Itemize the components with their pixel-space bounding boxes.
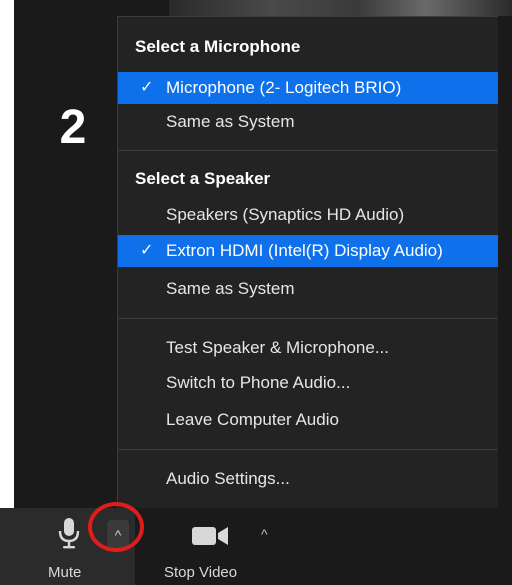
- menu-item-switch-to-phone-audio[interactable]: Switch to Phone Audio...: [118, 367, 498, 399]
- stop-video-button[interactable]: Stop Video: [156, 508, 266, 585]
- video-camera-icon: [192, 527, 228, 545]
- video-preview-strip: [169, 0, 512, 16]
- audio-options-menu: Select a Microphone ✓ Microphone (2- Log…: [117, 16, 498, 508]
- menu-item-label: Leave Computer Audio: [166, 410, 339, 429]
- meeting-toolbar: Mute ^ Stop Video ^: [0, 508, 498, 585]
- menu-item-label: Speakers (Synaptics HD Audio): [166, 205, 405, 224]
- menu-item-microphone-same-as-system[interactable]: Same as System: [118, 106, 498, 138]
- menu-item-label: Test Speaker & Microphone...: [166, 338, 390, 357]
- menu-item-speaker-extron-hdmi[interactable]: ✓ Extron HDMI (Intel(R) Display Audio): [118, 235, 498, 267]
- highlight-circle-annotation: [88, 502, 144, 552]
- video-options-button[interactable]: ^: [261, 526, 268, 542]
- speaker-section-header: Select a Speaker: [135, 169, 271, 188]
- menu-item-audio-settings[interactable]: Audio Settings...: [118, 463, 498, 495]
- menu-divider: [118, 449, 498, 450]
- menu-item-microphone-logitech-brio[interactable]: ✓ Microphone (2- Logitech BRIO): [118, 72, 498, 104]
- menu-item-label: Extron HDMI (Intel(R) Display Audio): [166, 241, 443, 260]
- menu-item-leave-computer-audio[interactable]: Leave Computer Audio: [118, 404, 498, 436]
- menu-item-label: Switch to Phone Audio...: [166, 373, 351, 392]
- checkmark-icon: ✓: [140, 242, 154, 259]
- menu-item-speaker-same-as-system[interactable]: Same as System: [118, 273, 498, 305]
- stop-video-label: Stop Video: [164, 564, 238, 581]
- menu-item-label: Microphone (2- Logitech BRIO): [166, 78, 402, 97]
- microphone-icon: [58, 518, 80, 549]
- mute-label: Mute: [48, 564, 82, 581]
- menu-item-label: Same as System: [166, 279, 295, 298]
- menu-item-speaker-synaptics[interactable]: Speakers (Synaptics HD Audio): [118, 199, 498, 231]
- microphone-section-header: Select a Microphone: [135, 37, 301, 56]
- menu-item-test-speaker-microphone[interactable]: Test Speaker & Microphone...: [118, 332, 498, 364]
- checkmark-icon: ✓: [140, 79, 154, 96]
- menu-divider: [118, 150, 498, 151]
- menu-divider: [118, 318, 498, 319]
- chevron-up-icon: ^: [261, 526, 268, 542]
- step-number-annotation: 2: [59, 101, 87, 154]
- menu-item-label: Same as System: [166, 112, 295, 131]
- menu-item-label: Audio Settings...: [166, 469, 290, 488]
